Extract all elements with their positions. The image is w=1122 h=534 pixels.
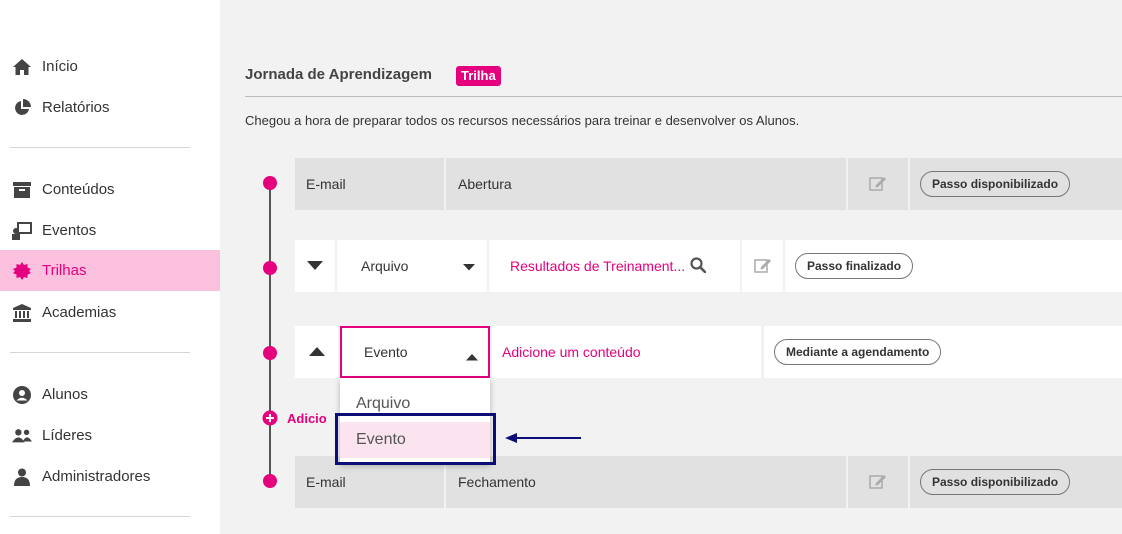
step-name: Abertura bbox=[446, 158, 846, 210]
edit-icon bbox=[869, 473, 887, 492]
status-cell: Passo disponibilizado bbox=[910, 158, 1122, 210]
badge-icon bbox=[12, 261, 32, 281]
sidebar-item-lideres[interactable]: Líderes bbox=[0, 415, 220, 456]
select-value: Arquivo bbox=[361, 258, 409, 274]
admin-icon bbox=[12, 467, 32, 487]
edit-button[interactable] bbox=[848, 158, 908, 210]
timeline-line bbox=[269, 183, 271, 481]
archive-icon bbox=[12, 180, 32, 200]
trail-badge: Trilha bbox=[456, 66, 501, 86]
edit-icon bbox=[869, 175, 887, 194]
caret-down-icon bbox=[307, 258, 323, 274]
edit-icon bbox=[753, 257, 772, 276]
collapse-toggle[interactable] bbox=[295, 326, 338, 378]
step-type-select[interactable]: Arquivo bbox=[337, 240, 487, 292]
annotation-highlight-box bbox=[335, 413, 496, 465]
sidebar-item-label: Líderes bbox=[42, 427, 93, 444]
sidebar-item-administradores[interactable]: Administradores bbox=[0, 456, 220, 497]
step-type-select[interactable]: Evento bbox=[340, 326, 490, 378]
collapse-toggle[interactable] bbox=[295, 240, 335, 292]
select-value: Evento bbox=[364, 344, 408, 360]
sidebar-item-label: Administradores bbox=[42, 468, 151, 485]
sidebar-item-label: Conteúdos bbox=[42, 181, 115, 198]
step-row-opening: E-mail Abertura Passo disponibilizado bbox=[295, 158, 1122, 210]
edit-button[interactable] bbox=[848, 456, 908, 508]
sidebar-divider bbox=[10, 352, 190, 353]
caret-up-icon bbox=[308, 344, 325, 360]
page-title: Jornada de Aprendizagem bbox=[245, 66, 432, 83]
add-content-link[interactable]: Adicione um conteúdo bbox=[502, 344, 641, 360]
status-badge: Passo disponibilizado bbox=[920, 171, 1071, 197]
add-step-label: Adicio bbox=[287, 410, 327, 426]
sidebar-item-academias[interactable]: Academias bbox=[0, 292, 220, 333]
sidebar-item-label: Início bbox=[42, 58, 78, 75]
title-divider bbox=[245, 96, 1122, 97]
sidebar-item-label: Eventos bbox=[42, 222, 97, 239]
caret-down-icon bbox=[463, 258, 475, 274]
user-circle-icon bbox=[12, 385, 32, 405]
sidebar-item-label: Relatórios bbox=[42, 99, 110, 116]
sidebar-item-label: Academias bbox=[42, 304, 117, 321]
status-cell: Passo finalizado bbox=[785, 240, 1122, 292]
annotation-arrow bbox=[505, 433, 581, 443]
sidebar-item-alunos[interactable]: Alunos bbox=[0, 374, 220, 415]
step-row-file: Arquivo Resultados de Treinament... Pass… bbox=[295, 240, 1122, 292]
content-field[interactable]: Resultados de Treinament... bbox=[489, 240, 740, 292]
status-badge: Passo finalizado bbox=[795, 253, 914, 279]
sidebar-divider bbox=[10, 516, 190, 517]
timeline-dot bbox=[263, 261, 277, 275]
plus-circle-icon bbox=[262, 410, 278, 426]
search-icon[interactable] bbox=[690, 256, 707, 276]
status-badge: Mediante a agendamento bbox=[774, 339, 942, 365]
sidebar-item-label: Trilhas bbox=[42, 262, 87, 279]
step-name: Fechamento bbox=[446, 456, 846, 508]
sidebar-item-trilhas[interactable]: Trilhas bbox=[0, 250, 220, 291]
content-field[interactable]: Adicione um conteúdo bbox=[492, 326, 761, 378]
timeline-dot bbox=[263, 176, 277, 190]
home-icon bbox=[12, 57, 32, 77]
status-cell: Passo disponibilizado bbox=[910, 456, 1122, 508]
users-icon bbox=[12, 426, 32, 446]
institution-icon bbox=[12, 303, 32, 323]
caret-up-icon bbox=[466, 348, 478, 364]
sidebar-item-inicio[interactable]: Início bbox=[0, 46, 220, 87]
timeline-dot bbox=[263, 474, 277, 488]
presentation-icon bbox=[12, 221, 32, 241]
sidebar-item-relatorios[interactable]: Relatórios bbox=[0, 87, 220, 128]
timeline-dot bbox=[263, 346, 277, 360]
sidebar-item-eventos[interactable]: Eventos bbox=[0, 210, 220, 251]
step-type: E-mail bbox=[295, 158, 444, 210]
content-link[interactable]: Resultados de Treinament... bbox=[510, 258, 685, 274]
sidebar-item-label: Alunos bbox=[42, 386, 88, 403]
edit-button[interactable] bbox=[742, 240, 783, 292]
sidebar: Início Relatórios Conteúdos Eventos Tril… bbox=[0, 0, 220, 534]
status-badge: Passo disponibilizado bbox=[920, 469, 1071, 495]
add-step-link[interactable]: Adicio bbox=[262, 410, 327, 426]
sidebar-item-conteudos[interactable]: Conteúdos bbox=[0, 169, 220, 210]
page-subtitle: Chegou a hora de preparar todos os recur… bbox=[245, 113, 800, 128]
sidebar-divider bbox=[10, 147, 190, 148]
status-cell: Mediante a agendamento bbox=[764, 326, 1122, 378]
pie-chart-icon bbox=[12, 98, 32, 118]
